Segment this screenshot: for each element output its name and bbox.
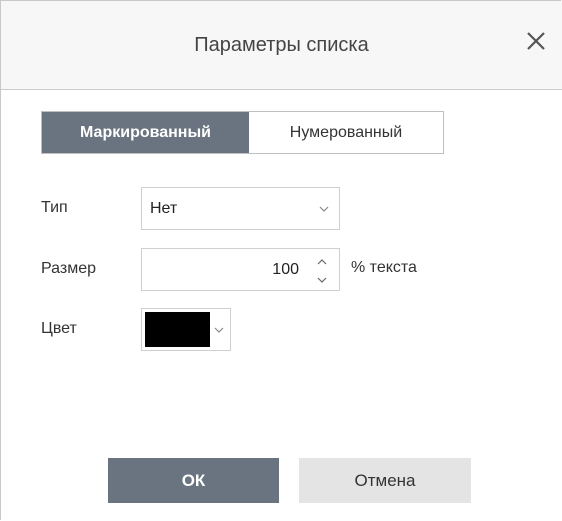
list-settings-dialog: Параметры списка Маркированный Нумерован…: [0, 0, 562, 520]
ok-button[interactable]: ОК: [108, 458, 279, 503]
chevron-down-icon: [318, 202, 330, 214]
chevron-down-icon[interactable]: [315, 273, 329, 285]
list-type-tabs: Маркированный Нумерованный: [41, 111, 444, 154]
type-label: Тип: [41, 199, 68, 216]
cancel-button[interactable]: Отмена: [299, 458, 471, 503]
size-stepper-value: 100: [272, 261, 299, 278]
size-stepper[interactable]: 100: [141, 248, 340, 291]
size-unit-label: % текста: [351, 259, 417, 276]
close-icon[interactable]: [522, 27, 550, 55]
chevron-down-icon: [213, 323, 225, 335]
chevron-up-icon[interactable]: [315, 255, 329, 267]
type-select-value: Нет: [150, 200, 178, 217]
color-swatch: [145, 312, 210, 347]
tab-bulleted[interactable]: Маркированный: [42, 112, 249, 153]
type-select[interactable]: Нет: [141, 187, 340, 230]
dialog-header: Параметры списка: [1, 1, 562, 90]
color-label: Цвет: [41, 320, 77, 337]
dialog-title: Параметры списка: [194, 34, 369, 56]
tab-numbered[interactable]: Нумерованный: [249, 112, 443, 153]
size-label: Размер: [41, 260, 96, 277]
color-picker[interactable]: [141, 308, 231, 351]
